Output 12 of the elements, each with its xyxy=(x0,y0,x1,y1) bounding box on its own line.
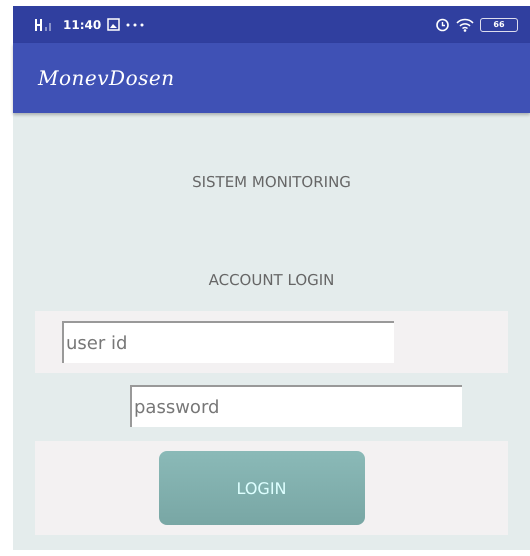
alarm-icon xyxy=(435,17,450,32)
subheading: ACCOUNT LOGIN xyxy=(208,271,334,289)
heading: SISTEM MONITORING xyxy=(192,173,351,191)
login-button[interactable]: LOGIN xyxy=(158,451,364,525)
password-field[interactable]: password xyxy=(130,385,462,427)
wifi-icon xyxy=(456,18,474,32)
battery-indicator: 66 xyxy=(480,18,518,32)
image-icon xyxy=(107,18,120,31)
user-id-field[interactable]: user id xyxy=(62,321,394,363)
clock-time: 11:40 xyxy=(63,18,102,32)
more-icon xyxy=(126,22,144,26)
app-title: MonevDosen xyxy=(38,66,175,90)
